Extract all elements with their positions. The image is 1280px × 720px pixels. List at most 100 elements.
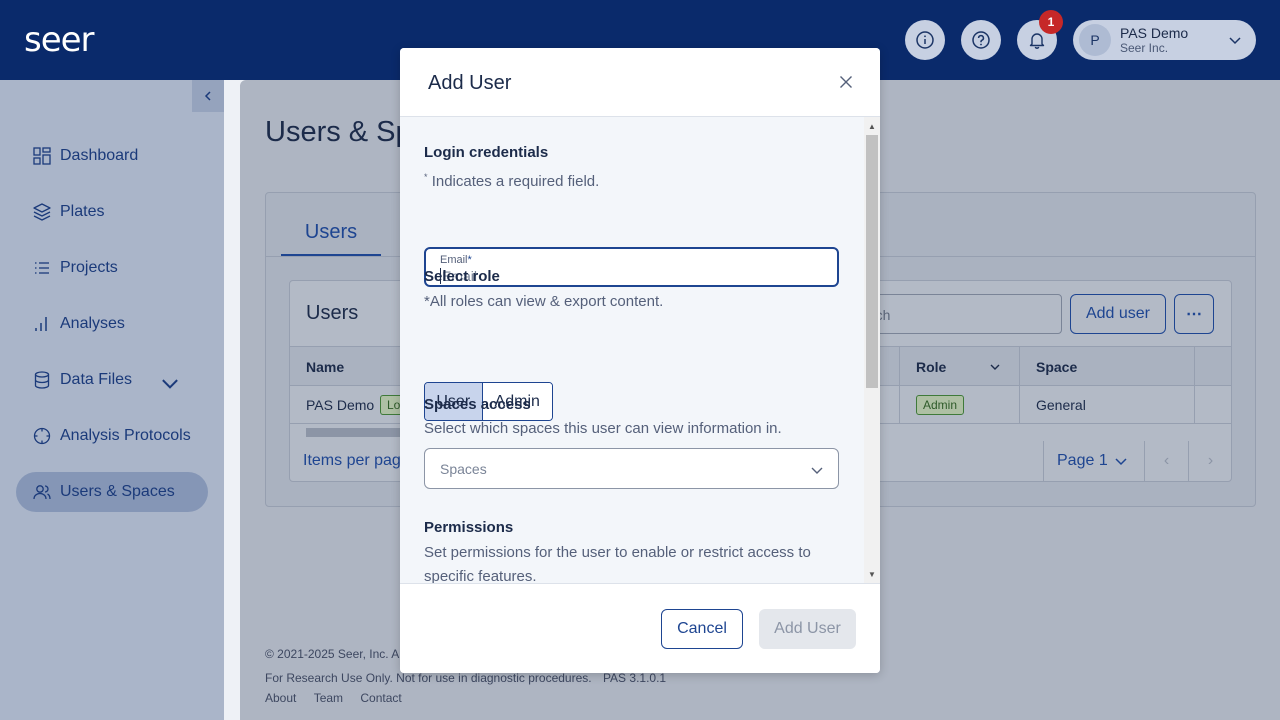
modal-footer: Cancel Add User bbox=[400, 583, 880, 673]
add-user-submit-button[interactable]: Add User bbox=[759, 609, 856, 649]
spaces-placeholder: Spaces bbox=[440, 461, 487, 477]
sidebar-item-projects[interactable]: Projects bbox=[16, 248, 208, 288]
login-credentials-title: Login credentials bbox=[424, 144, 549, 161]
info-icon bbox=[916, 31, 934, 49]
cell-space: General bbox=[1036, 397, 1086, 413]
add-user-dialog: Add User Login credentials * Indicates a… bbox=[400, 48, 880, 673]
page-title: Users & Sp bbox=[265, 116, 412, 148]
column-divider bbox=[1019, 386, 1020, 424]
help-button[interactable] bbox=[961, 20, 1001, 60]
sidebar-item-label: Analyses bbox=[60, 315, 125, 332]
items-per-page-label[interactable]: Items per page bbox=[303, 452, 410, 470]
disclaimer: For Research Use Only. Not for use in di… bbox=[265, 671, 592, 685]
sidebar: Dashboard Plates Projects Analyses Data … bbox=[0, 80, 224, 720]
scrollbar-thumb[interactable] bbox=[866, 135, 878, 388]
chevron-down-icon[interactable] bbox=[1114, 454, 1128, 468]
required-mark: * bbox=[467, 254, 472, 266]
sidebar-item-label: Dashboard bbox=[60, 147, 139, 164]
spaces-select[interactable]: Spaces bbox=[424, 448, 839, 489]
seer-logo[interactable]: seer bbox=[24, 20, 95, 60]
avatar: P bbox=[1079, 24, 1111, 56]
required-mark: * bbox=[424, 172, 428, 182]
protocol-icon bbox=[33, 427, 51, 445]
user-name: PAS Demo bbox=[1120, 25, 1189, 41]
role-badge: Admin bbox=[916, 395, 965, 415]
notification-count-badge: 1 bbox=[1039, 10, 1063, 34]
footer-link-team[interactable]: Team bbox=[314, 691, 343, 705]
pagination: Page 1 ‹ › bbox=[1043, 441, 1231, 481]
users-icon bbox=[33, 485, 51, 500]
permissions-desc: Set permissions for the user to enable o… bbox=[424, 544, 811, 585]
select-role-desc: *All roles can view & export content. bbox=[424, 293, 664, 310]
modal-body: Login credentials * Indicates a required… bbox=[400, 117, 880, 583]
close-button[interactable] bbox=[836, 72, 856, 92]
permissions-title: Permissions bbox=[424, 519, 514, 536]
user-menu[interactable]: P PAS Demo Seer Inc. bbox=[1073, 20, 1256, 60]
add-user-button[interactable]: Add user bbox=[1070, 294, 1166, 334]
required-note-text: Indicates a required field. bbox=[431, 173, 600, 190]
scrollbar-thumb[interactable] bbox=[306, 428, 406, 437]
chevron-down-icon[interactable] bbox=[989, 361, 1001, 373]
footer-link-about[interactable]: About bbox=[265, 691, 296, 705]
scroll-up-arrow[interactable]: ▲ bbox=[864, 119, 880, 133]
chevron-down-icon bbox=[1229, 37, 1241, 45]
select-role-title: Select role bbox=[424, 268, 500, 285]
tab-users[interactable]: Users bbox=[281, 211, 381, 257]
column-header-name[interactable]: Name bbox=[306, 359, 344, 375]
layers-icon bbox=[33, 203, 51, 221]
spaces-access-title: Spaces access bbox=[424, 396, 531, 413]
sidebar-item-data-files[interactable]: Data Files bbox=[16, 360, 208, 400]
sidebar-item-label: Plates bbox=[60, 203, 105, 220]
cell-name: PAS Demo bbox=[306, 397, 375, 413]
email-label: Email* bbox=[440, 254, 472, 266]
chevron-left-icon bbox=[204, 91, 211, 101]
page-select[interactable]: Page 1 bbox=[1057, 452, 1108, 470]
modal-title: Add User bbox=[428, 72, 512, 94]
copyright-text: © 2021-2025 Seer, Inc. All bbox=[265, 647, 405, 661]
cancel-button[interactable]: Cancel bbox=[661, 609, 743, 649]
notifications-button[interactable]: 1 bbox=[1017, 10, 1063, 60]
search-input[interactable]: rch bbox=[860, 294, 1062, 334]
sidebar-item-dashboard[interactable]: Dashboard bbox=[16, 136, 208, 176]
column-header-role[interactable]: Role bbox=[916, 359, 946, 375]
vertical-scrollbar[interactable]: ▲ ▼ bbox=[864, 117, 880, 583]
dashboard-icon bbox=[33, 147, 51, 165]
version-text: PAS 3.1.0.1 bbox=[602, 671, 667, 685]
sidebar-item-label: Analysis Protocols bbox=[60, 427, 191, 444]
database-icon bbox=[34, 371, 50, 389]
required-field-note: * Indicates a required field. bbox=[424, 165, 834, 194]
column-divider bbox=[899, 347, 900, 387]
scroll-down-arrow[interactable]: ▼ bbox=[864, 567, 880, 581]
sidebar-item-analyses[interactable]: Analyses bbox=[16, 304, 208, 344]
sidebar-item-label: Users & Spaces bbox=[60, 483, 175, 500]
close-icon bbox=[840, 76, 852, 88]
bar-chart-icon bbox=[35, 317, 47, 331]
disclaimer-text: For Research Use Only. Not for use in di… bbox=[265, 671, 666, 685]
sidebar-item-label: Data Files bbox=[60, 371, 133, 388]
chevron-down-icon bbox=[162, 379, 178, 389]
more-options-button[interactable]: ⋯ bbox=[1174, 294, 1214, 334]
sidebar-item-analysis-protocols[interactable]: Analysis Protocols bbox=[16, 416, 208, 456]
sidebar-item-users-spaces[interactable]: Users & Spaces bbox=[16, 472, 208, 512]
spaces-access-desc: Select which spaces this user can view i… bbox=[424, 420, 782, 437]
collapse-sidebar-button[interactable] bbox=[192, 80, 224, 112]
info-button[interactable] bbox=[905, 20, 945, 60]
user-org: Seer Inc. bbox=[1120, 41, 1169, 55]
column-divider bbox=[1019, 347, 1020, 387]
column-header-space[interactable]: Space bbox=[1036, 359, 1077, 375]
email-label-text: Email bbox=[440, 254, 468, 266]
bell-icon bbox=[1029, 33, 1045, 49]
sidebar-item-plates[interactable]: Plates bbox=[16, 192, 208, 232]
footer-links: About Team Contact bbox=[265, 691, 402, 705]
footer-link-contact[interactable]: Contact bbox=[360, 691, 401, 705]
chevron-down-icon bbox=[811, 467, 823, 474]
sidebar-item-label: Projects bbox=[60, 259, 118, 276]
column-divider bbox=[899, 386, 900, 424]
column-divider bbox=[1194, 347, 1195, 387]
previous-page-button[interactable]: ‹ bbox=[1144, 441, 1188, 481]
card-title: Users bbox=[306, 302, 359, 324]
modal-header: Add User bbox=[400, 48, 880, 117]
list-icon bbox=[35, 262, 49, 274]
help-icon bbox=[972, 31, 990, 49]
next-page-button[interactable]: › bbox=[1188, 441, 1232, 481]
